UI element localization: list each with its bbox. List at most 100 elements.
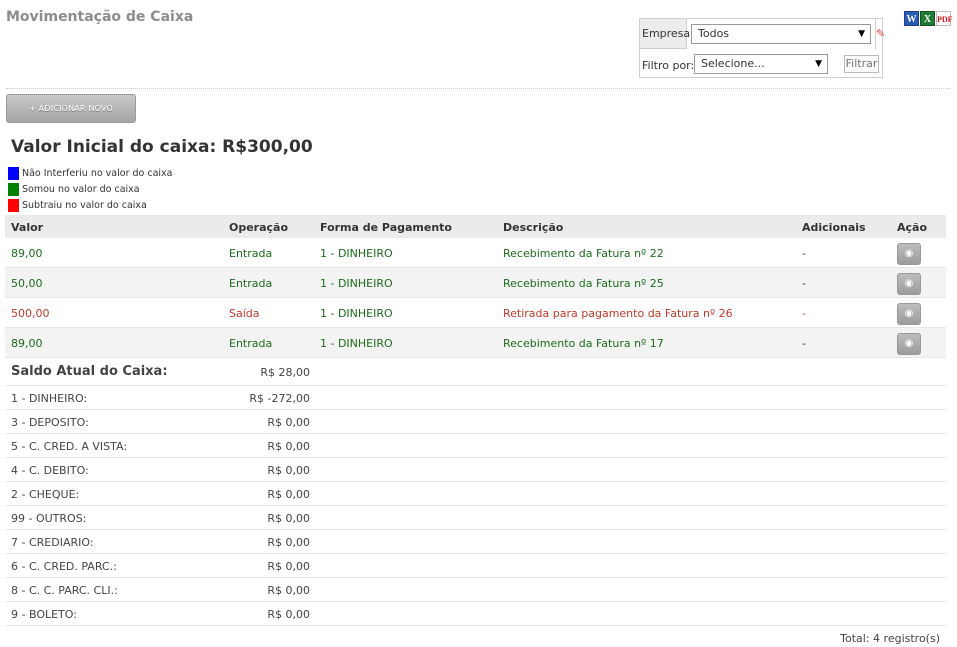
eye-icon: ◉ xyxy=(904,338,914,349)
balance-value: R$ 0,00 xyxy=(267,560,310,573)
balance-header: Saldo Atual do Caixa: R$ 28,00 xyxy=(5,358,946,386)
legend-label: Somou no valor do caixa xyxy=(22,183,140,195)
filtro-label: Filtro por: xyxy=(642,59,695,72)
cell-valor: 89,00 xyxy=(11,247,43,260)
balance-value: R$ 0,00 xyxy=(267,488,310,501)
page-title: Movimentação de Caixa xyxy=(6,9,194,25)
eye-icon: ◉ xyxy=(904,278,914,289)
header-divider xyxy=(6,88,950,89)
balance-value: R$ 0,00 xyxy=(267,584,310,597)
balance-label: 3 - DEPOSITO: xyxy=(11,416,89,429)
balance-row: 2 - CHEQUE: R$ 0,00 xyxy=(5,482,946,506)
balance-label: 1 - DINHEIRO: xyxy=(11,392,88,405)
cell-adicionais: - xyxy=(802,247,806,260)
transactions-table: Valor Operação Forma de Pagamento Descri… xyxy=(5,215,946,358)
legend-label: Não Interferiu no valor do caixa xyxy=(22,167,173,179)
legend-swatch-green xyxy=(8,182,19,196)
cell-forma: 1 - DINHEIRO xyxy=(320,277,393,290)
balance-value: R$ 0,00 xyxy=(267,536,310,549)
balance-value: R$ 0,00 xyxy=(267,440,310,453)
dropdown-arrow-icon: ▼ xyxy=(858,29,865,39)
balance-row: 99 - OUTROS: R$ 0,00 xyxy=(5,506,946,530)
empresa-select-value: Todos xyxy=(698,27,730,40)
balance-label: 8 - C. C. PARC. CLI.: xyxy=(11,584,118,597)
balance-label: 5 - C. CRED. A VISTA: xyxy=(11,440,128,453)
cell-valor: 500,00 xyxy=(11,307,50,320)
export-excel-icon[interactable]: X xyxy=(920,11,935,26)
header-acao: Ação xyxy=(897,221,928,234)
view-button[interactable]: ◉ xyxy=(897,243,921,265)
balance-value: R$ 0,00 xyxy=(267,464,310,477)
balance-label: 9 - BOLETO: xyxy=(11,608,77,621)
filter-panel: Empresa Todos ▼ ✎ Filtro por: Selecione.… xyxy=(639,18,886,78)
cell-forma: 1 - DINHEIRO xyxy=(320,307,393,320)
balance-label: 4 - C. DEBITO: xyxy=(11,464,89,477)
legend-item: Somou no valor do caixa xyxy=(8,181,173,197)
table-row: 89,00 Entrada 1 - DINHEIRO Recebimento d… xyxy=(5,328,946,358)
header-descricao: Descrição xyxy=(503,221,564,234)
balance-row: 9 - BOLETO: R$ 0,00 xyxy=(5,602,946,626)
balance-row: 8 - C. C. PARC. CLI.: R$ 0,00 xyxy=(5,578,946,602)
view-button[interactable]: ◉ xyxy=(897,273,921,295)
balance-total: R$ 28,00 xyxy=(260,366,310,379)
legend-item: Não Interferiu no valor do caixa xyxy=(8,165,173,181)
legend-swatch-blue xyxy=(8,166,19,180)
view-button[interactable]: ◉ xyxy=(897,303,921,325)
legend-swatch-red xyxy=(8,198,19,212)
filtrar-button[interactable]: Filtrar xyxy=(844,55,879,73)
balance-value: R$ 0,00 xyxy=(267,512,310,525)
total-records: Total: 4 registro(s) xyxy=(840,632,940,645)
header-adicionais: Adicionais xyxy=(802,221,866,234)
cell-operacao: Entrada xyxy=(229,277,273,290)
balance-label: 2 - CHEQUE: xyxy=(11,488,80,501)
table-row: 500,00 Saída 1 - DINHEIRO Retirada para … xyxy=(5,298,946,328)
balance-row: 5 - C. CRED. A VISTA: R$ 0,00 xyxy=(5,434,946,458)
cell-adicionais: - xyxy=(802,337,806,350)
add-new-button[interactable]: + ADICIONAR NOVO xyxy=(6,94,136,123)
balance-row: 6 - C. CRED. PARC.: R$ 0,00 xyxy=(5,554,946,578)
balance-label: 99 - OUTROS: xyxy=(11,512,87,525)
cell-adicionais: - xyxy=(802,277,806,290)
cell-operacao: Saída xyxy=(229,307,260,320)
balance-row: 1 - DINHEIRO: R$ -272,00 xyxy=(5,386,946,410)
cell-forma: 1 - DINHEIRO xyxy=(320,337,393,350)
filtro-select[interactable]: Selecione... ▼ xyxy=(694,54,828,74)
table-header: Valor Operação Forma de Pagamento Descri… xyxy=(5,215,946,238)
cell-valor: 50,00 xyxy=(11,277,43,290)
cell-descricao: Recebimento da Fatura nº 17 xyxy=(503,337,664,350)
view-button[interactable]: ◉ xyxy=(897,333,921,355)
table-row: 89,00 Entrada 1 - DINHEIRO Recebimento d… xyxy=(5,238,946,268)
cell-descricao: Retirada para pagamento da Fatura nº 26 xyxy=(503,307,733,320)
export-toolbar: W X PDF xyxy=(904,11,953,26)
balance-row: 4 - C. DEBITO: R$ 0,00 xyxy=(5,458,946,482)
cell-valor: 89,00 xyxy=(11,337,43,350)
balance-value: R$ -272,00 xyxy=(249,392,310,405)
cell-operacao: Entrada xyxy=(229,337,273,350)
table-row: 50,00 Entrada 1 - DINHEIRO Recebimento d… xyxy=(5,268,946,298)
header-valor: Valor xyxy=(11,221,44,234)
balance-value: R$ 0,00 xyxy=(267,416,310,429)
filtro-select-value: Selecione... xyxy=(701,57,765,70)
balance-label: 6 - C. CRED. PARC.: xyxy=(11,560,117,573)
balance-row: 3 - DEPOSITO: R$ 0,00 xyxy=(5,410,946,434)
legend-label: Subtraiu no valor do caixa xyxy=(22,199,147,211)
export-word-icon[interactable]: W xyxy=(904,11,919,26)
initial-cash-value: Valor Inicial do caixa: R$300,00 xyxy=(11,137,313,157)
balance-summary: Saldo Atual do Caixa: R$ 28,00 1 - DINHE… xyxy=(5,358,946,626)
eye-icon: ◉ xyxy=(904,248,914,259)
header-operacao: Operação xyxy=(229,221,289,234)
balance-value: R$ 0,00 xyxy=(267,608,310,621)
empresa-label: Empresa xyxy=(640,19,690,49)
balance-title: Saldo Atual do Caixa: xyxy=(11,364,168,379)
cell-forma: 1 - DINHEIRO xyxy=(320,247,393,260)
dropdown-arrow-icon: ▼ xyxy=(815,59,822,69)
balance-label: 7 - CREDIARIO: xyxy=(11,536,94,549)
export-pdf-icon[interactable]: PDF xyxy=(936,11,953,26)
eraser-icon[interactable]: ✎ xyxy=(876,27,886,40)
eye-icon: ◉ xyxy=(904,308,914,319)
color-legend: Não Interferiu no valor do caixa Somou n… xyxy=(8,165,173,213)
cell-descricao: Recebimento da Fatura nº 25 xyxy=(503,277,664,290)
empresa-select[interactable]: Todos ▼ xyxy=(691,24,871,44)
balance-row: 7 - CREDIARIO: R$ 0,00 xyxy=(5,530,946,554)
cell-adicionais: - xyxy=(802,307,806,320)
